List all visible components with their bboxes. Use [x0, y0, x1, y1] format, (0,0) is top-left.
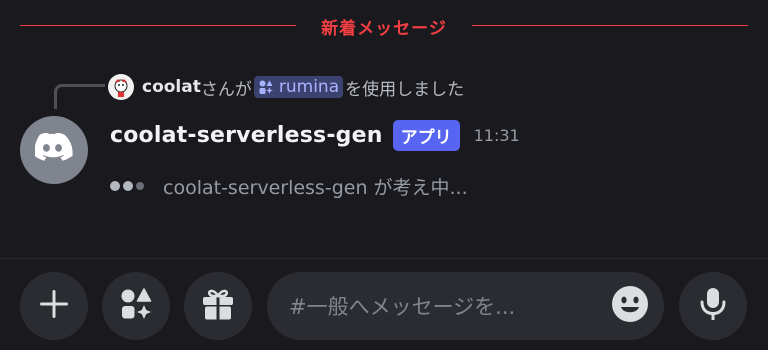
plus-icon	[37, 287, 71, 325]
reference-username[interactable]: coolat	[142, 77, 201, 97]
reply-spine	[54, 84, 105, 109]
message-timestamp: 11:31	[473, 125, 520, 145]
microphone-icon	[697, 286, 729, 326]
command-name: rumina	[278, 77, 340, 97]
divider-line-right	[472, 25, 748, 26]
thinking-indicator: coolat-serverless-gen が考え中...	[110, 170, 468, 202]
discord-logo-icon	[34, 132, 73, 167]
typing-dots-icon	[110, 181, 147, 191]
user-avatar[interactable]	[108, 74, 134, 100]
chat-view: 新着メッセージ coolat さんが rumina を使用しました coolat…	[0, 0, 768, 350]
divider-line-left	[20, 25, 296, 26]
reference-text-after: を使用しました	[345, 79, 465, 100]
bot-avatar[interactable]	[20, 116, 88, 184]
apps-icon	[118, 286, 154, 326]
apps-button[interactable]	[102, 272, 170, 340]
gift-icon	[200, 286, 236, 326]
reference-text-before: さんが	[200, 79, 252, 100]
new-messages-divider: 新着メッセージ	[20, 12, 748, 40]
emoji-button[interactable]	[610, 286, 650, 326]
message-input-placeholder[interactable]: #一般へメッセージを...	[289, 291, 610, 321]
thinking-text: coolat-serverless-gen が考え中...	[163, 176, 468, 199]
command-reference[interactable]: coolat さんが rumina を使用しました	[108, 72, 464, 102]
message-input[interactable]: #一般へメッセージを...	[267, 272, 664, 340]
emoji-icon	[611, 285, 649, 327]
add-attachment-button[interactable]	[20, 272, 88, 340]
command-mention[interactable]: rumina	[253, 76, 344, 98]
apps-icon	[258, 79, 274, 95]
app-badge: アプリ	[392, 119, 460, 151]
voice-message-button[interactable]	[679, 272, 747, 340]
composer-separator	[0, 258, 768, 259]
gift-button[interactable]	[184, 272, 252, 340]
message-author[interactable]: coolat-serverless-gen	[110, 123, 383, 148]
new-messages-label: 新着メッセージ	[321, 19, 447, 39]
message-header: coolat-serverless-gen アプリ 11:31	[110, 118, 520, 152]
